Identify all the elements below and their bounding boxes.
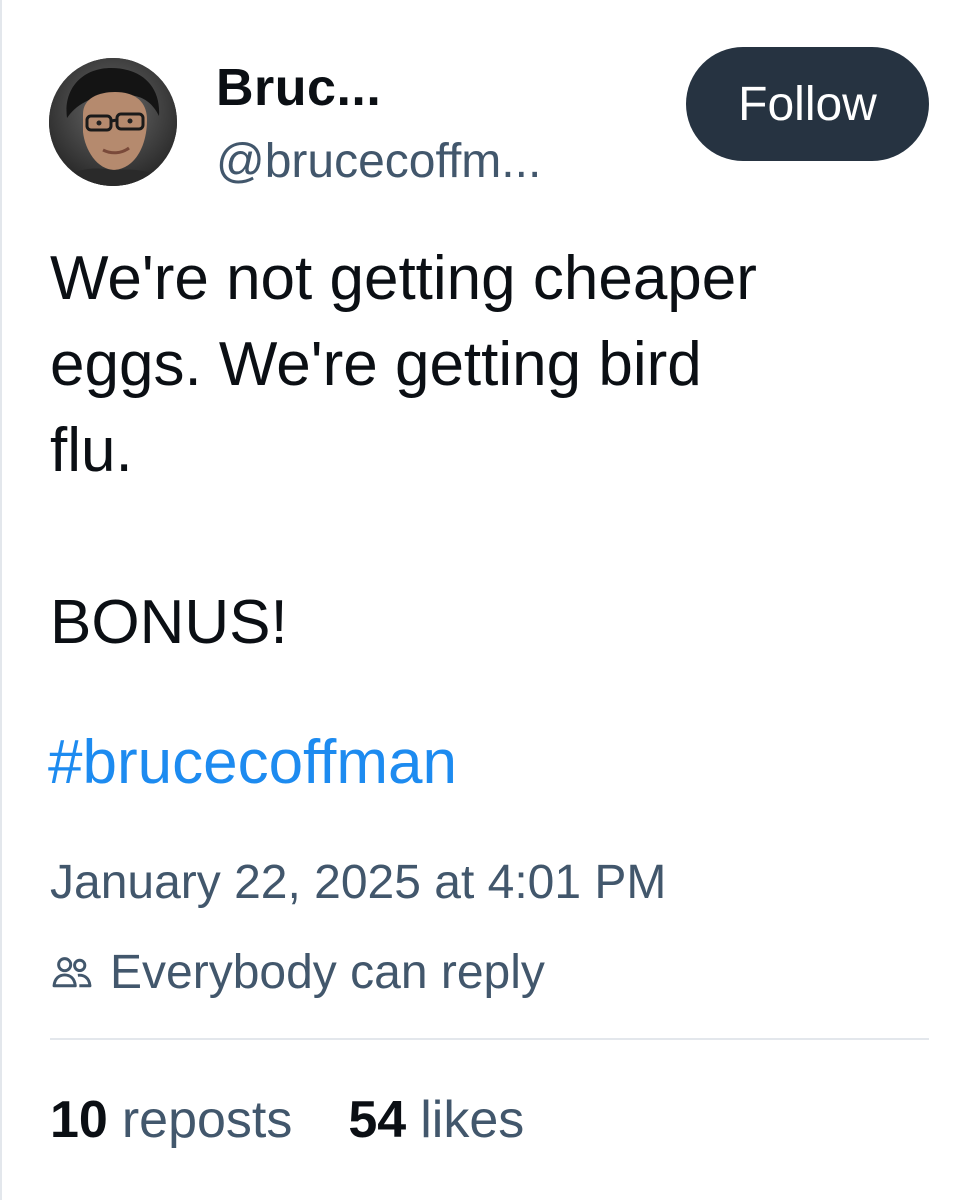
avatar-image (49, 58, 177, 186)
author-handle[interactable]: @brucecoffm... (216, 134, 541, 189)
follow-button[interactable]: Follow (686, 47, 929, 161)
likes-label: likes (420, 1091, 525, 1149)
post-card: Bruc... @brucecoffm... Follow We're not … (0, 0, 977, 1200)
likes-count: 54 (348, 1091, 407, 1149)
post-timestamp[interactable]: January 22, 2025 at 4:01 PM (50, 855, 666, 910)
avatar[interactable] (49, 58, 177, 186)
author-display-name[interactable]: Bruc... (216, 58, 381, 118)
post-text-line: eggs. We're getting bird (50, 330, 702, 399)
likes-stat[interactable]: 54 likes (348, 1090, 524, 1150)
reposts-stat[interactable]: 10 reposts (50, 1090, 292, 1150)
reposts-label: reposts (121, 1091, 293, 1149)
reposts-count: 10 (50, 1091, 108, 1149)
post-text-line: We're not getting cheaper (50, 244, 757, 313)
post-text-line: BONUS! (50, 588, 288, 657)
post-text: We're not getting cheaper eggs. We're ge… (50, 236, 940, 666)
post-stats: 10 reposts 54 likes (50, 1090, 580, 1150)
reply-setting: Everybody can reply (50, 940, 545, 1004)
post-text-line: flu. (50, 416, 133, 485)
people-icon (52, 957, 92, 988)
hashtag-link[interactable]: #brucecoffman (48, 727, 457, 798)
divider (50, 1038, 929, 1040)
post-text-blank-line (50, 494, 940, 580)
reply-setting-label: Everybody can reply (110, 945, 545, 999)
